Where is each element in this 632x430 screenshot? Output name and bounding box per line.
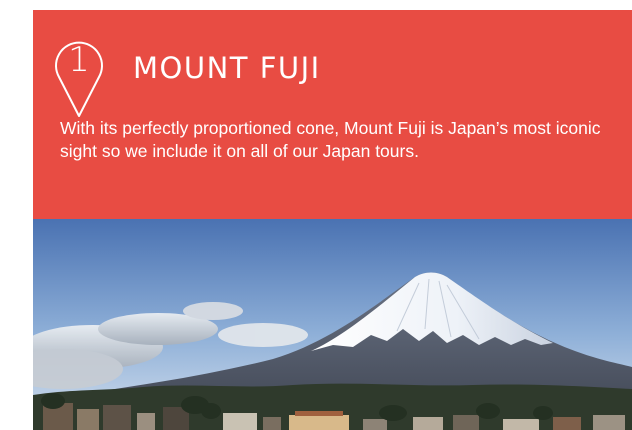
attraction-header: 1 MOUNT FUJI With its perfectly proporti… xyxy=(33,10,632,219)
mount-fuji-photo xyxy=(33,219,632,430)
attraction-description: With its perfectly proportioned cone, Mo… xyxy=(60,118,601,161)
landscape-illustration xyxy=(33,219,632,430)
attraction-card: 1 MOUNT FUJI With its perfectly proporti… xyxy=(33,10,632,430)
marker-number: 1 xyxy=(68,40,90,80)
attraction-title: MOUNT FUJI xyxy=(133,51,321,85)
